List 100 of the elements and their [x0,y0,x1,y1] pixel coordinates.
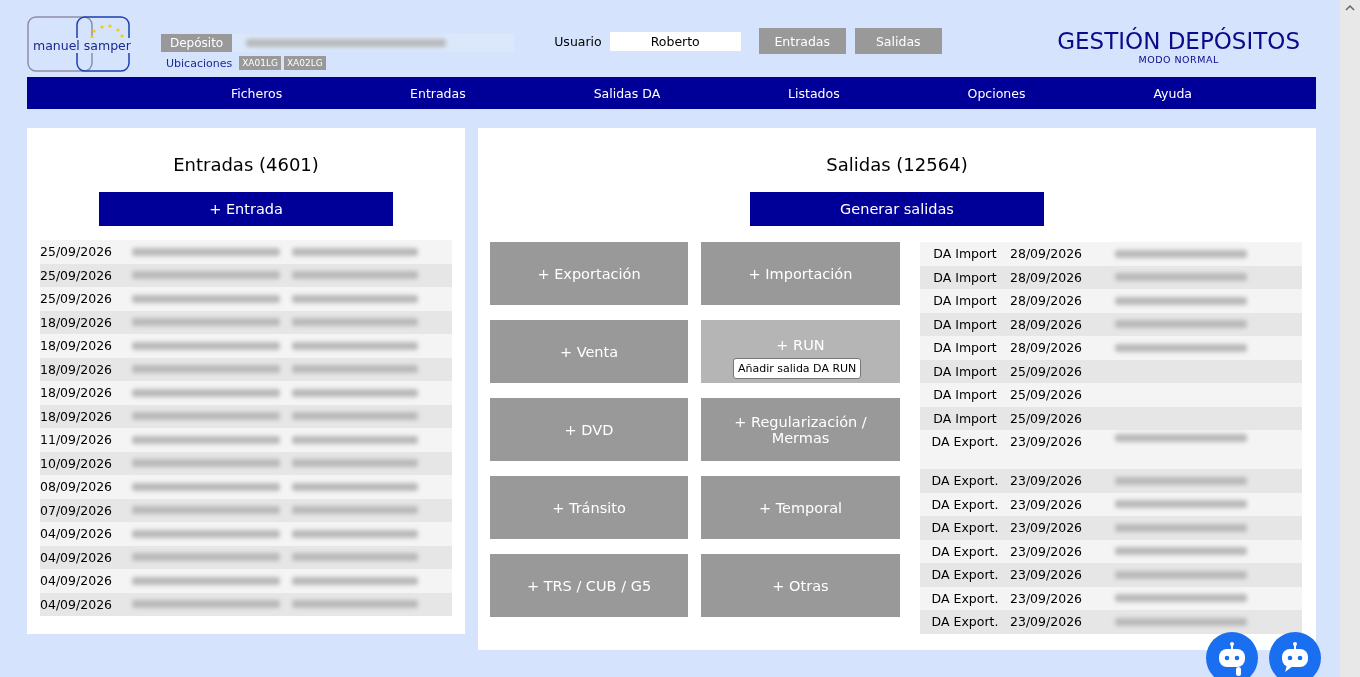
menu-item[interactable]: Ayuda [1153,85,1192,101]
table-row[interactable]: 25/09/2026 [40,263,452,287]
voice-bot-icon[interactable] [1206,632,1258,677]
date-cell-text: 18/09/2026 [40,385,114,401]
scroll-up-icon[interactable] [1345,4,1355,12]
date-cell-text: 18/09/2026 [40,314,114,330]
table-row[interactable]: 04/09/2026 [40,592,452,616]
new-entry-button[interactable]: + Entrada [99,192,393,226]
location-tag: XA01LG [239,56,281,70]
type-cell-text: DA Import [932,293,998,309]
menu-item[interactable]: Opciones [967,85,1026,101]
deposit-field[interactable] [232,34,515,52]
date-cell-text: 23/09/2026 [1010,496,1084,512]
table-row[interactable]: DA Import 25/09/2026 [920,406,1302,430]
table-row[interactable]: 04/09/2026 [40,569,452,593]
table-row[interactable]: DA Import 25/09/2026 [920,359,1302,383]
type-cell-text: DA Export. [930,590,1000,606]
date-cell-text: 28/09/2026 [1010,246,1084,262]
logo-text: manuel samper [31,38,133,53]
type-cell-text: DA Export. [930,434,1000,449]
table-row[interactable]: 10/09/2026 [40,451,452,475]
date-cell-text: 04/09/2026 [40,573,114,589]
date-cell-text: 25/09/2026 [1010,410,1084,426]
table-row[interactable]: DA Export. 23/09/2026 [920,516,1302,540]
type-cell-text: DA Export. [930,520,1000,536]
table-row[interactable]: DA Export. 23/09/2026 [920,469,1302,493]
date-cell-text: 18/09/2026 [40,408,114,424]
user-field: Roberto [609,31,741,51]
date-cell-text: 04/09/2026 [40,526,114,542]
date-cell-text: 25/09/2026 [40,244,114,260]
table-row[interactable]: 18/09/2026 [40,357,452,381]
date-cell-text: 18/09/2026 [40,361,114,377]
date-cell-text: 28/09/2026 [1010,269,1084,285]
type-cell-text: DA Import [932,387,998,403]
table-row[interactable]: 18/09/2026 [40,334,452,358]
scrollbar[interactable] [1340,0,1360,677]
app-title: GESTIÓN DEPÓSITOS [1057,28,1300,54]
deposit-label: Depósito [161,34,233,52]
user-label: Usuario [554,33,602,49]
type-cell-text: DA Import [932,363,998,379]
date-cell-text: 04/09/2026 [40,596,114,612]
table-row[interactable]: DA Export. 23/09/2026 [920,492,1302,516]
locations-label: Ubicaciones [166,56,233,70]
date-cell-text: 23/09/2026 [1010,434,1084,449]
table-row[interactable]: DA Import 28/09/2026 [920,289,1302,313]
date-cell-text: 28/09/2026 [1010,293,1084,309]
date-cell-text: 25/09/2026 [1010,387,1084,403]
date-cell-text: 04/09/2026 [40,549,114,565]
table-row[interactable]: DA Export. 23/09/2026 [920,586,1302,610]
type-cell-text: DA Export. [930,567,1000,583]
table-row[interactable]: 11/09/2026 [40,428,452,452]
date-cell-text: 28/09/2026 [1010,340,1084,356]
date-cell-text: 23/09/2026 [1010,543,1084,559]
table-row[interactable]: 25/09/2026 [40,287,452,311]
date-cell-text: 23/09/2026 [1010,520,1084,536]
date-cell-text: 23/09/2026 [1010,590,1084,606]
logo-frame-icon [27,16,131,72]
date-cell-text: 23/09/2026 [1010,567,1084,583]
table-row[interactable]: 07/09/2026 [40,498,452,522]
date-cell-text: 25/09/2026 [40,291,114,307]
menu-item[interactable]: Ficheros [230,85,283,101]
table-row[interactable]: 18/09/2026 [40,381,452,405]
menu-item[interactable]: Listados [788,85,840,101]
table-row[interactable]: DA Export. 23/09/2026 [920,539,1302,563]
date-cell-text: 23/09/2026 [1010,473,1084,489]
generate-exits-button[interactable]: Generar salidas [750,192,1044,226]
table-row[interactable]: 25/09/2026 [40,240,452,264]
panel-title: Salidas (12564) [826,154,968,175]
date-cell-text: 10/09/2026 [40,455,114,471]
menu-item[interactable]: Entradas [410,85,466,101]
panel-title: Entradas (4601) [173,154,319,175]
type-cell-text: DA Export. [930,543,1000,559]
table-row[interactable]: DA Import 28/09/2026 [920,312,1302,336]
location-tag: XA02LG [283,56,326,70]
date-cell-text: 25/09/2026 [40,267,114,283]
date-cell-text: 18/09/2026 [40,338,114,354]
table-row[interactable]: DA Export. 23/09/2026 [920,430,1302,469]
date-cell-text: 08/09/2026 [40,479,114,495]
table-row[interactable]: DA Import 28/09/2026 [920,242,1302,266]
type-cell-text: DA Export. [930,614,1000,630]
table-row[interactable]: 18/09/2026 [40,310,452,334]
type-cell-text: DA Import [932,340,998,356]
date-cell-text: 07/09/2026 [40,502,114,518]
table-row[interactable]: DA Import 28/09/2026 [920,265,1302,289]
date-cell-text: 28/09/2026 [1010,316,1084,332]
date-cell-text: 25/09/2026 [1010,363,1084,379]
table-row[interactable]: 18/09/2026 [40,404,452,428]
table-row[interactable]: DA Import 28/09/2026 [920,336,1302,360]
date-cell-text: 11/09/2026 [40,432,114,448]
menu-item[interactable]: Salidas DA [593,85,661,101]
chatbot-icon[interactable] [1269,632,1321,677]
table-row[interactable]: DA Export. 23/09/2026 [920,610,1302,634]
tooltip: Añadir salida DA RUN [733,358,862,379]
table-row[interactable]: DA Import 25/09/2026 [920,383,1302,407]
table-row[interactable]: 04/09/2026 [40,522,452,546]
table-row[interactable]: DA Export. 23/09/2026 [920,563,1302,587]
type-cell-text: DA Import [932,246,998,262]
table-row[interactable]: 08/09/2026 [40,475,452,499]
mode-label: MODO NORMAL [1138,54,1219,65]
table-row[interactable]: 04/09/2026 [40,545,452,569]
